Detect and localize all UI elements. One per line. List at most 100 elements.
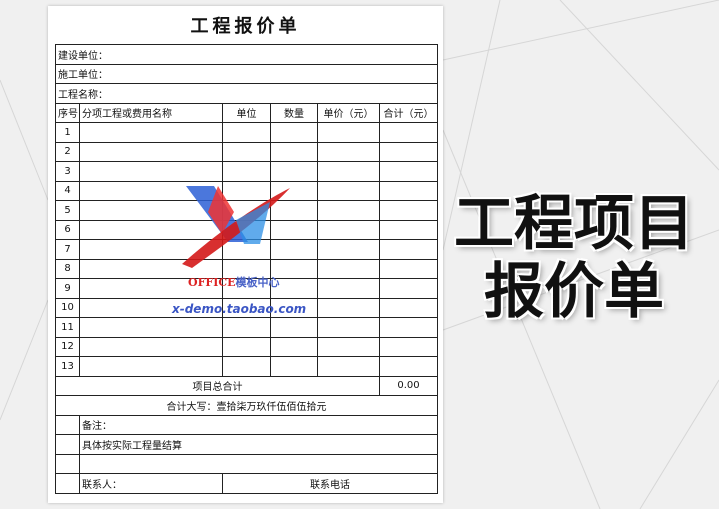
table-cell[interactable]	[270, 161, 318, 182]
table-cell[interactable]	[222, 258, 271, 279]
contact-label[interactable]: 联系人：	[79, 473, 223, 494]
table-cell[interactable]	[378, 278, 439, 299]
table-cell[interactable]	[317, 258, 380, 279]
table-cell[interactable]	[378, 219, 439, 240]
table-cell[interactable]	[270, 239, 318, 260]
table-cell[interactable]	[222, 278, 271, 299]
table-cell[interactable]	[222, 141, 271, 162]
table-cell[interactable]	[79, 258, 223, 279]
total-value[interactable]: 0.00	[378, 375, 439, 396]
table-row: 12	[55, 336, 439, 357]
table-cell[interactable]	[79, 239, 223, 260]
table-cell[interactable]	[378, 200, 439, 221]
table-cell[interactable]	[317, 161, 380, 182]
remarks-text[interactable]: 具体按实际工程量结算	[78, 434, 439, 455]
table-cell[interactable]	[317, 278, 380, 299]
remarks-label: 备注：	[78, 414, 439, 435]
table-cell[interactable]	[378, 161, 439, 182]
table-cell[interactable]	[317, 297, 380, 318]
row-number: 13	[55, 356, 80, 377]
table-cell[interactable]	[270, 356, 318, 377]
row-number: 11	[55, 317, 80, 338]
row-number: 6	[55, 219, 80, 240]
table-cell[interactable]	[270, 122, 318, 143]
table-cell[interactable]	[317, 336, 380, 357]
table-cell[interactable]	[317, 239, 380, 260]
table-cell[interactable]	[79, 297, 223, 318]
row-number: 2	[55, 141, 80, 162]
table-row: 13	[55, 356, 439, 377]
table-cell[interactable]	[79, 180, 223, 201]
table-cell[interactable]	[222, 161, 271, 182]
table-cell[interactable]	[378, 239, 439, 260]
table-cell[interactable]	[270, 141, 318, 162]
table-cell[interactable]	[317, 219, 380, 240]
table-cell[interactable]	[222, 122, 271, 143]
constructor-field[interactable]: 施工单位：	[54, 63, 439, 84]
table-cell[interactable]	[270, 278, 318, 299]
builder-field[interactable]: 建设单位：	[54, 44, 439, 65]
row-number: 9	[55, 278, 80, 299]
row-number: 7	[55, 239, 80, 260]
table-cell[interactable]	[317, 356, 380, 377]
table-cell[interactable]	[378, 356, 439, 377]
table-cell[interactable]	[270, 336, 318, 357]
table-cell[interactable]	[378, 180, 439, 201]
project-name-field[interactable]: 工程名称：	[54, 83, 439, 104]
table-cell[interactable]	[222, 200, 271, 221]
table-row: 2	[55, 141, 439, 162]
table-cell[interactable]	[378, 317, 439, 338]
table-cell[interactable]	[270, 200, 318, 221]
table-cell[interactable]	[222, 239, 271, 260]
table-cell[interactable]	[222, 317, 271, 338]
row-number: 1	[55, 122, 80, 143]
table-cell[interactable]	[317, 317, 380, 338]
side-title-line1: 工程项目	[454, 189, 694, 259]
remarks-spacer	[55, 453, 80, 474]
quote-sheet: 工程报价单 建设单位： 施工单位： 工程名称： 序号 分项工程或费用名称 单位 …	[48, 6, 443, 503]
table-cell[interactable]	[79, 122, 223, 143]
table-cell[interactable]	[378, 297, 439, 318]
remarks-spacer	[55, 414, 80, 435]
row-number: 3	[55, 161, 80, 182]
table-cell[interactable]	[79, 219, 223, 240]
contact-spacer	[55, 473, 80, 494]
table-cell[interactable]	[79, 161, 223, 182]
table-cell[interactable]	[317, 200, 380, 221]
table-cell[interactable]	[378, 141, 439, 162]
table-cell[interactable]	[317, 180, 380, 201]
table-cell[interactable]	[270, 219, 318, 240]
table-cell[interactable]	[270, 297, 318, 318]
table-row: 5	[55, 200, 439, 221]
table-cell[interactable]	[222, 336, 271, 357]
table-cell[interactable]	[270, 317, 318, 338]
total-label: 项目总合计	[55, 375, 380, 396]
table-cell[interactable]	[79, 317, 223, 338]
amount-in-words[interactable]: 合计大写：壹拾柒万玖仟伍佰伍拾元	[54, 395, 439, 416]
table-cell[interactable]	[378, 336, 439, 357]
header-quantity: 数量	[270, 102, 318, 123]
table-cell[interactable]	[270, 180, 318, 201]
table-cell[interactable]	[79, 356, 223, 377]
table-cell[interactable]	[222, 356, 271, 377]
table-cell[interactable]	[222, 180, 271, 201]
table-cell[interactable]	[79, 336, 223, 357]
table-cell[interactable]	[317, 122, 380, 143]
table-cell[interactable]	[79, 141, 223, 162]
table-row: 3	[55, 161, 439, 182]
table-cell[interactable]	[222, 219, 271, 240]
remarks-blank[interactable]	[78, 453, 439, 474]
phone-label[interactable]: 联系电话	[221, 473, 439, 494]
table-cell[interactable]	[378, 122, 439, 143]
table-cell[interactable]	[79, 200, 223, 221]
table-row: 1	[55, 122, 439, 143]
table-row: 10	[55, 297, 439, 318]
table-cell[interactable]	[222, 297, 271, 318]
table-row: 6	[55, 219, 439, 240]
table-cell[interactable]	[270, 258, 318, 279]
table-cell[interactable]	[317, 141, 380, 162]
row-number: 4	[55, 180, 80, 201]
table-cell[interactable]	[79, 278, 223, 299]
remarks-row: 备注：	[55, 414, 439, 435]
table-cell[interactable]	[378, 258, 439, 279]
